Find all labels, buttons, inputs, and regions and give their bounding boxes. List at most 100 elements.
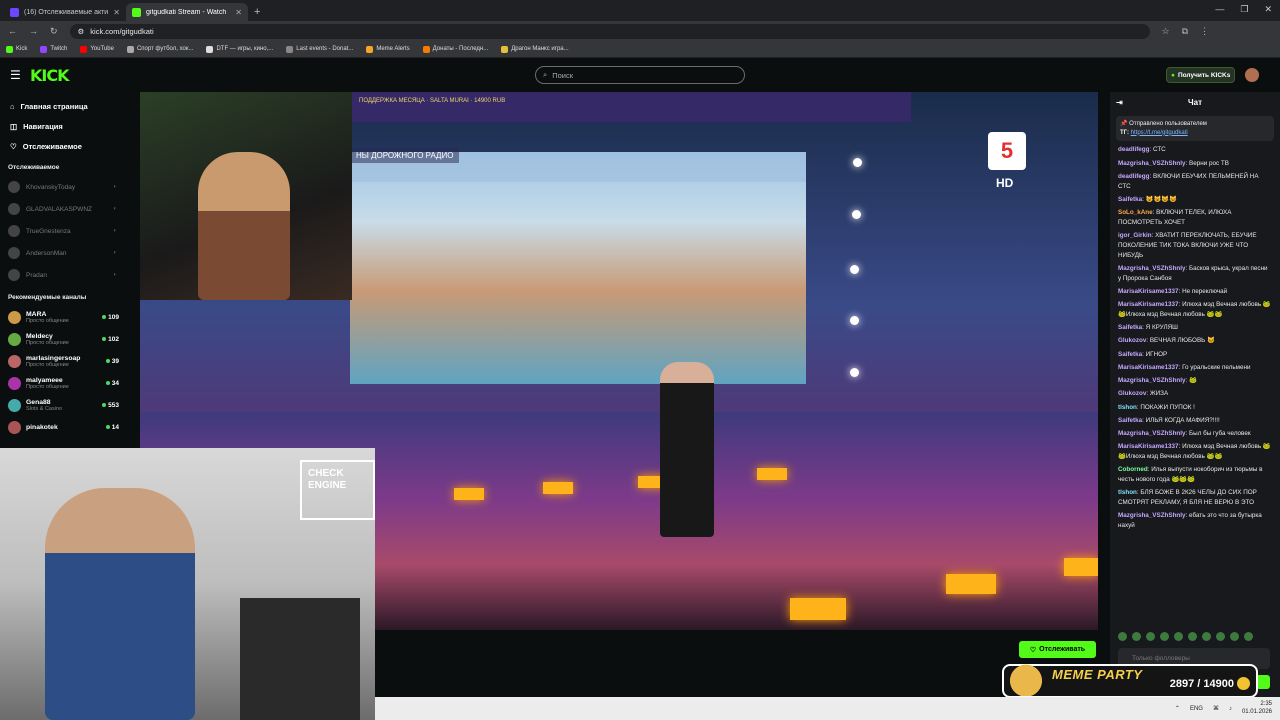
emote-icon[interactable] (1216, 632, 1225, 641)
recommended-channel[interactable]: MARA Просто общение 109 (0, 306, 125, 328)
bookmark-item[interactable]: Kick (6, 45, 27, 53)
emote-icon[interactable] (1146, 632, 1155, 641)
recommended-channel[interactable]: marlasingersoap Просто общение 39 (0, 350, 125, 372)
network-icon[interactable]: ⌘ (1213, 705, 1219, 712)
search-icon: ⌕ (543, 70, 548, 79)
chat-username[interactable]: Saifetka (1118, 196, 1142, 203)
get-kicks-button[interactable]: ● Получить KICKs (1166, 67, 1236, 83)
chat-username[interactable]: MarisaKirisame1337 (1118, 364, 1179, 371)
chat-username[interactable]: Mazgrisha_VSZhShnly (1118, 265, 1186, 272)
recommended-section-title: Рекомендуемые каналы (8, 294, 87, 301)
close-window-icon[interactable]: ✕ (1264, 4, 1272, 15)
chat-message: Mazgrisha_VSZhShnly: ебать это что за бу… (1118, 512, 1262, 530)
bookmark-item[interactable]: YouTube (80, 45, 114, 53)
pinned-message[interactable]: 📌 Отправлено пользователем ТГ: https://t… (1116, 116, 1274, 142)
chat-message: MarisaKirisame1337: Го уральские пельмен… (1118, 363, 1251, 371)
collapse-chat-icon[interactable]: ⇥ (1116, 98, 1123, 107)
volume-icon[interactable]: ♪ (1229, 706, 1232, 712)
chat-username[interactable]: igor_Girkin (1118, 232, 1152, 239)
bookmark-item[interactable]: Драгон Манкс игра... (501, 45, 569, 53)
emote-bar (1118, 632, 1253, 641)
maximize-icon[interactable]: ❐ (1240, 4, 1248, 15)
bookmark-item[interactable]: Спорт футбол, хок... (126, 45, 193, 53)
meme-party-widget: MEME PARTY 2897 / 14900 (1002, 662, 1258, 698)
pinned-link[interactable]: https://t.me/gitgudkati (1131, 130, 1188, 136)
new-tab-icon[interactable]: + (254, 6, 260, 21)
recommended-channel[interactable]: Gena88 Slots & Casino 553 (0, 394, 125, 416)
extensions-icon[interactable]: ⧉ (1182, 26, 1188, 37)
chat-header: ⇥ Чат (1110, 92, 1280, 112)
forward-icon[interactable]: → (29, 26, 38, 36)
url-input[interactable]: ⚙ kick.com/gitgudkati (69, 23, 1150, 39)
screen: (16) Отслеживаемые активны... ✕ gitgudka… (0, 0, 1280, 720)
chat-username[interactable]: Mazgrisha_VSZhShnly (1118, 430, 1186, 437)
chat-username[interactable]: MarisaKirisame1337 (1118, 443, 1179, 450)
browser-tab[interactable]: (16) Отслеживаемые активны... ✕ (4, 3, 126, 21)
back-icon[interactable]: ← (8, 26, 17, 36)
kick-logo[interactable]: KICK (30, 66, 69, 85)
minimize-icon[interactable]: — (1215, 4, 1224, 15)
chat-username[interactable]: deadlifegg (1118, 173, 1150, 180)
send-chat-button[interactable] (1256, 675, 1270, 689)
chat-username[interactable]: Mazgrisha_VSZhShnly (1118, 512, 1186, 519)
user-avatar[interactable] (1245, 68, 1259, 82)
chat-username[interactable]: Glukozov (1118, 390, 1146, 397)
bookmark-item[interactable]: Донаты - Последн... (422, 45, 488, 53)
emote-icon[interactable] (1118, 632, 1127, 641)
avatar (8, 398, 21, 412)
emote-icon[interactable] (1230, 632, 1239, 641)
recommended-channel[interactable]: Meldecy Просто общение 102 (0, 328, 125, 350)
browser-menu-icon[interactable]: ⋮ (1200, 26, 1209, 37)
recommended-channel[interactable]: malyameee Просто общение 34 (0, 372, 125, 394)
chat-username[interactable]: Coborned (1118, 466, 1148, 473)
followed-channel[interactable]: GLADVALAKASPWNZ ◐ (0, 198, 125, 220)
language-indicator[interactable]: ENG (1190, 706, 1203, 712)
chat-username[interactable]: Mazgrisha_VSZhShnly (1118, 160, 1186, 167)
bookmark-item[interactable]: DTF — игры, кино,... (206, 45, 273, 53)
chat-username[interactable]: Saifetka (1118, 351, 1142, 358)
chat-username[interactable]: Mazgrisha_VSZhShnly (1118, 377, 1186, 384)
chat-username[interactable]: MarisaKirisame1337 (1118, 301, 1179, 308)
chat-username[interactable]: MarisaKirisame1337 (1118, 288, 1179, 295)
site-info-icon[interactable]: ⚙ (78, 27, 85, 36)
chat-username[interactable]: deadlifegg (1118, 146, 1150, 153)
chat-message: tlshon: ПОКАЖИ ПУПОК ! (1118, 403, 1195, 411)
chat-username[interactable]: SoLo_kAne (1118, 209, 1153, 216)
chat-text: Я КРУЛЯШ (1145, 324, 1178, 332)
emote-icon[interactable] (1244, 632, 1253, 641)
chat-username[interactable]: Glukozov (1118, 337, 1146, 344)
nav-home[interactable]: ⌂ Главная страница (0, 96, 125, 116)
recommended-channel[interactable]: pinakotek 14 (0, 416, 125, 438)
get-kicks-label: Получить KICKs (1177, 71, 1231, 79)
followed-channel[interactable]: Pradan ◐ (0, 264, 125, 286)
close-tab-icon[interactable]: ✕ (113, 8, 120, 17)
nav-browse[interactable]: ◫ Навигация (0, 116, 125, 136)
bookmark-item[interactable]: Meme Alerts (366, 45, 410, 53)
followed-channel[interactable]: TrueGnestenza ◐ (0, 220, 125, 242)
nav-following[interactable]: ♡ Отслеживаемое (0, 136, 125, 156)
clock[interactable]: 2:35 01.01.2026 (1242, 701, 1272, 717)
chat-username[interactable]: Saifetka (1118, 324, 1142, 331)
search-input[interactable]: ⌕ Поиск (535, 66, 745, 84)
bookmark-star-icon[interactable]: ☆ (1162, 26, 1170, 37)
hamburger-menu-icon[interactable]: ☰ (10, 68, 21, 82)
followed-channel[interactable]: KhovanskyToday ◐ (0, 176, 125, 198)
follow-button[interactable]: ♡ Отслеживать (1019, 641, 1096, 658)
emote-icon[interactable] (1160, 632, 1169, 641)
chat-username[interactable]: Saifetka (1118, 417, 1142, 424)
chat-username[interactable]: tlshon (1118, 489, 1137, 496)
emote-icon[interactable] (1202, 632, 1211, 641)
emote-icon[interactable] (1132, 632, 1141, 641)
floor-light (946, 574, 996, 594)
bookmark-item[interactable]: Twitch (40, 45, 67, 53)
reload-icon[interactable]: ↻ (50, 26, 58, 37)
bookmark-item[interactable]: Last events - Donat... (286, 45, 353, 53)
chat-message: Coborned: Илья выпусти нокоборич из тюрь… (1118, 466, 1263, 484)
chat-username[interactable]: tlshon (1118, 404, 1137, 411)
emote-icon[interactable] (1188, 632, 1197, 641)
tray-chevron-icon[interactable]: ⌃ (1175, 705, 1180, 712)
followed-channel[interactable]: AndersonMan ◐ (0, 242, 125, 264)
close-tab-icon[interactable]: ✕ (235, 8, 242, 17)
emote-icon[interactable] (1174, 632, 1183, 641)
browser-tab-active[interactable]: gitgudkati Stream - Watch ✕ (126, 3, 248, 21)
